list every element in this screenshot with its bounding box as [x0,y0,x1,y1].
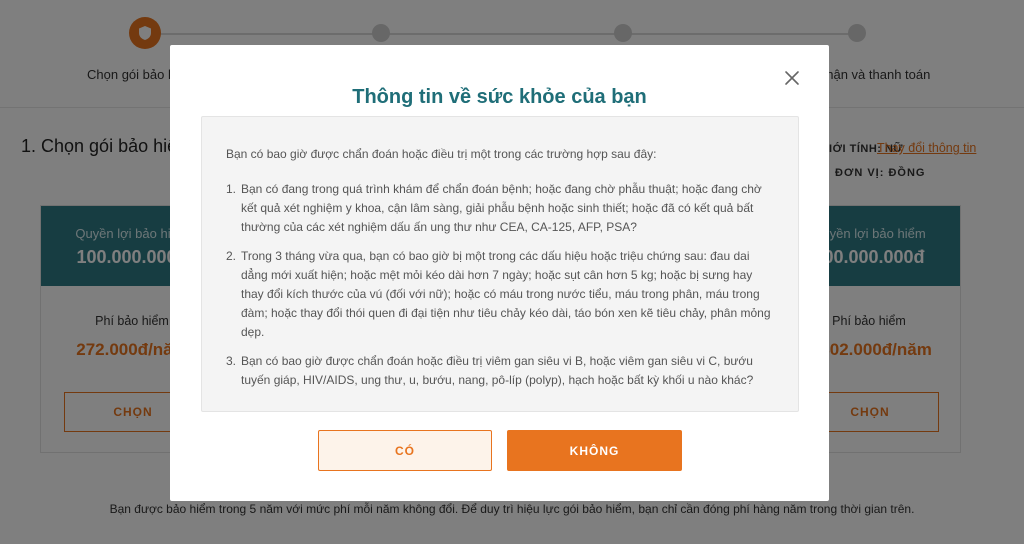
question-number: 3. [226,354,237,368]
question-item: 1. Bạn có đang trong quá trình khám để c… [226,180,774,237]
yes-button[interactable]: CÓ [318,430,492,471]
modal-title: Thông tin về sức khỏe của bạn [352,86,647,108]
question-item: 3. Bạn có bao giờ được chẩn đoán hoặc đi… [226,352,774,390]
no-button[interactable]: KHÔNG [507,430,682,471]
question-item: 2. Trong 3 tháng vừa qua, bạn có bao giờ… [226,247,774,342]
questions-intro: Bạn có bao giờ được chẩn đoán hoặc điều … [226,147,657,161]
question-number: 1. [226,182,237,196]
questions-list: 1. Bạn có đang trong quá trình khám để c… [226,180,774,390]
question-text: Trong 3 tháng vừa qua, bạn có bao giờ bị… [241,249,771,339]
health-info-modal: Thông tin về sức khỏe của bạn Bạn có bao… [170,45,829,501]
health-questions-box: Bạn có bao giờ được chẩn đoán hoặc điều … [201,116,799,412]
question-text: Bạn có đang trong quá trình khám để chẩn… [241,182,762,234]
question-text: Bạn có bao giờ được chẩn đoán hoặc điều … [241,354,754,387]
page: Chọn gói bảo hiểm Xác nhận và thanh toán… [0,0,1024,544]
question-number: 2. [226,249,237,263]
